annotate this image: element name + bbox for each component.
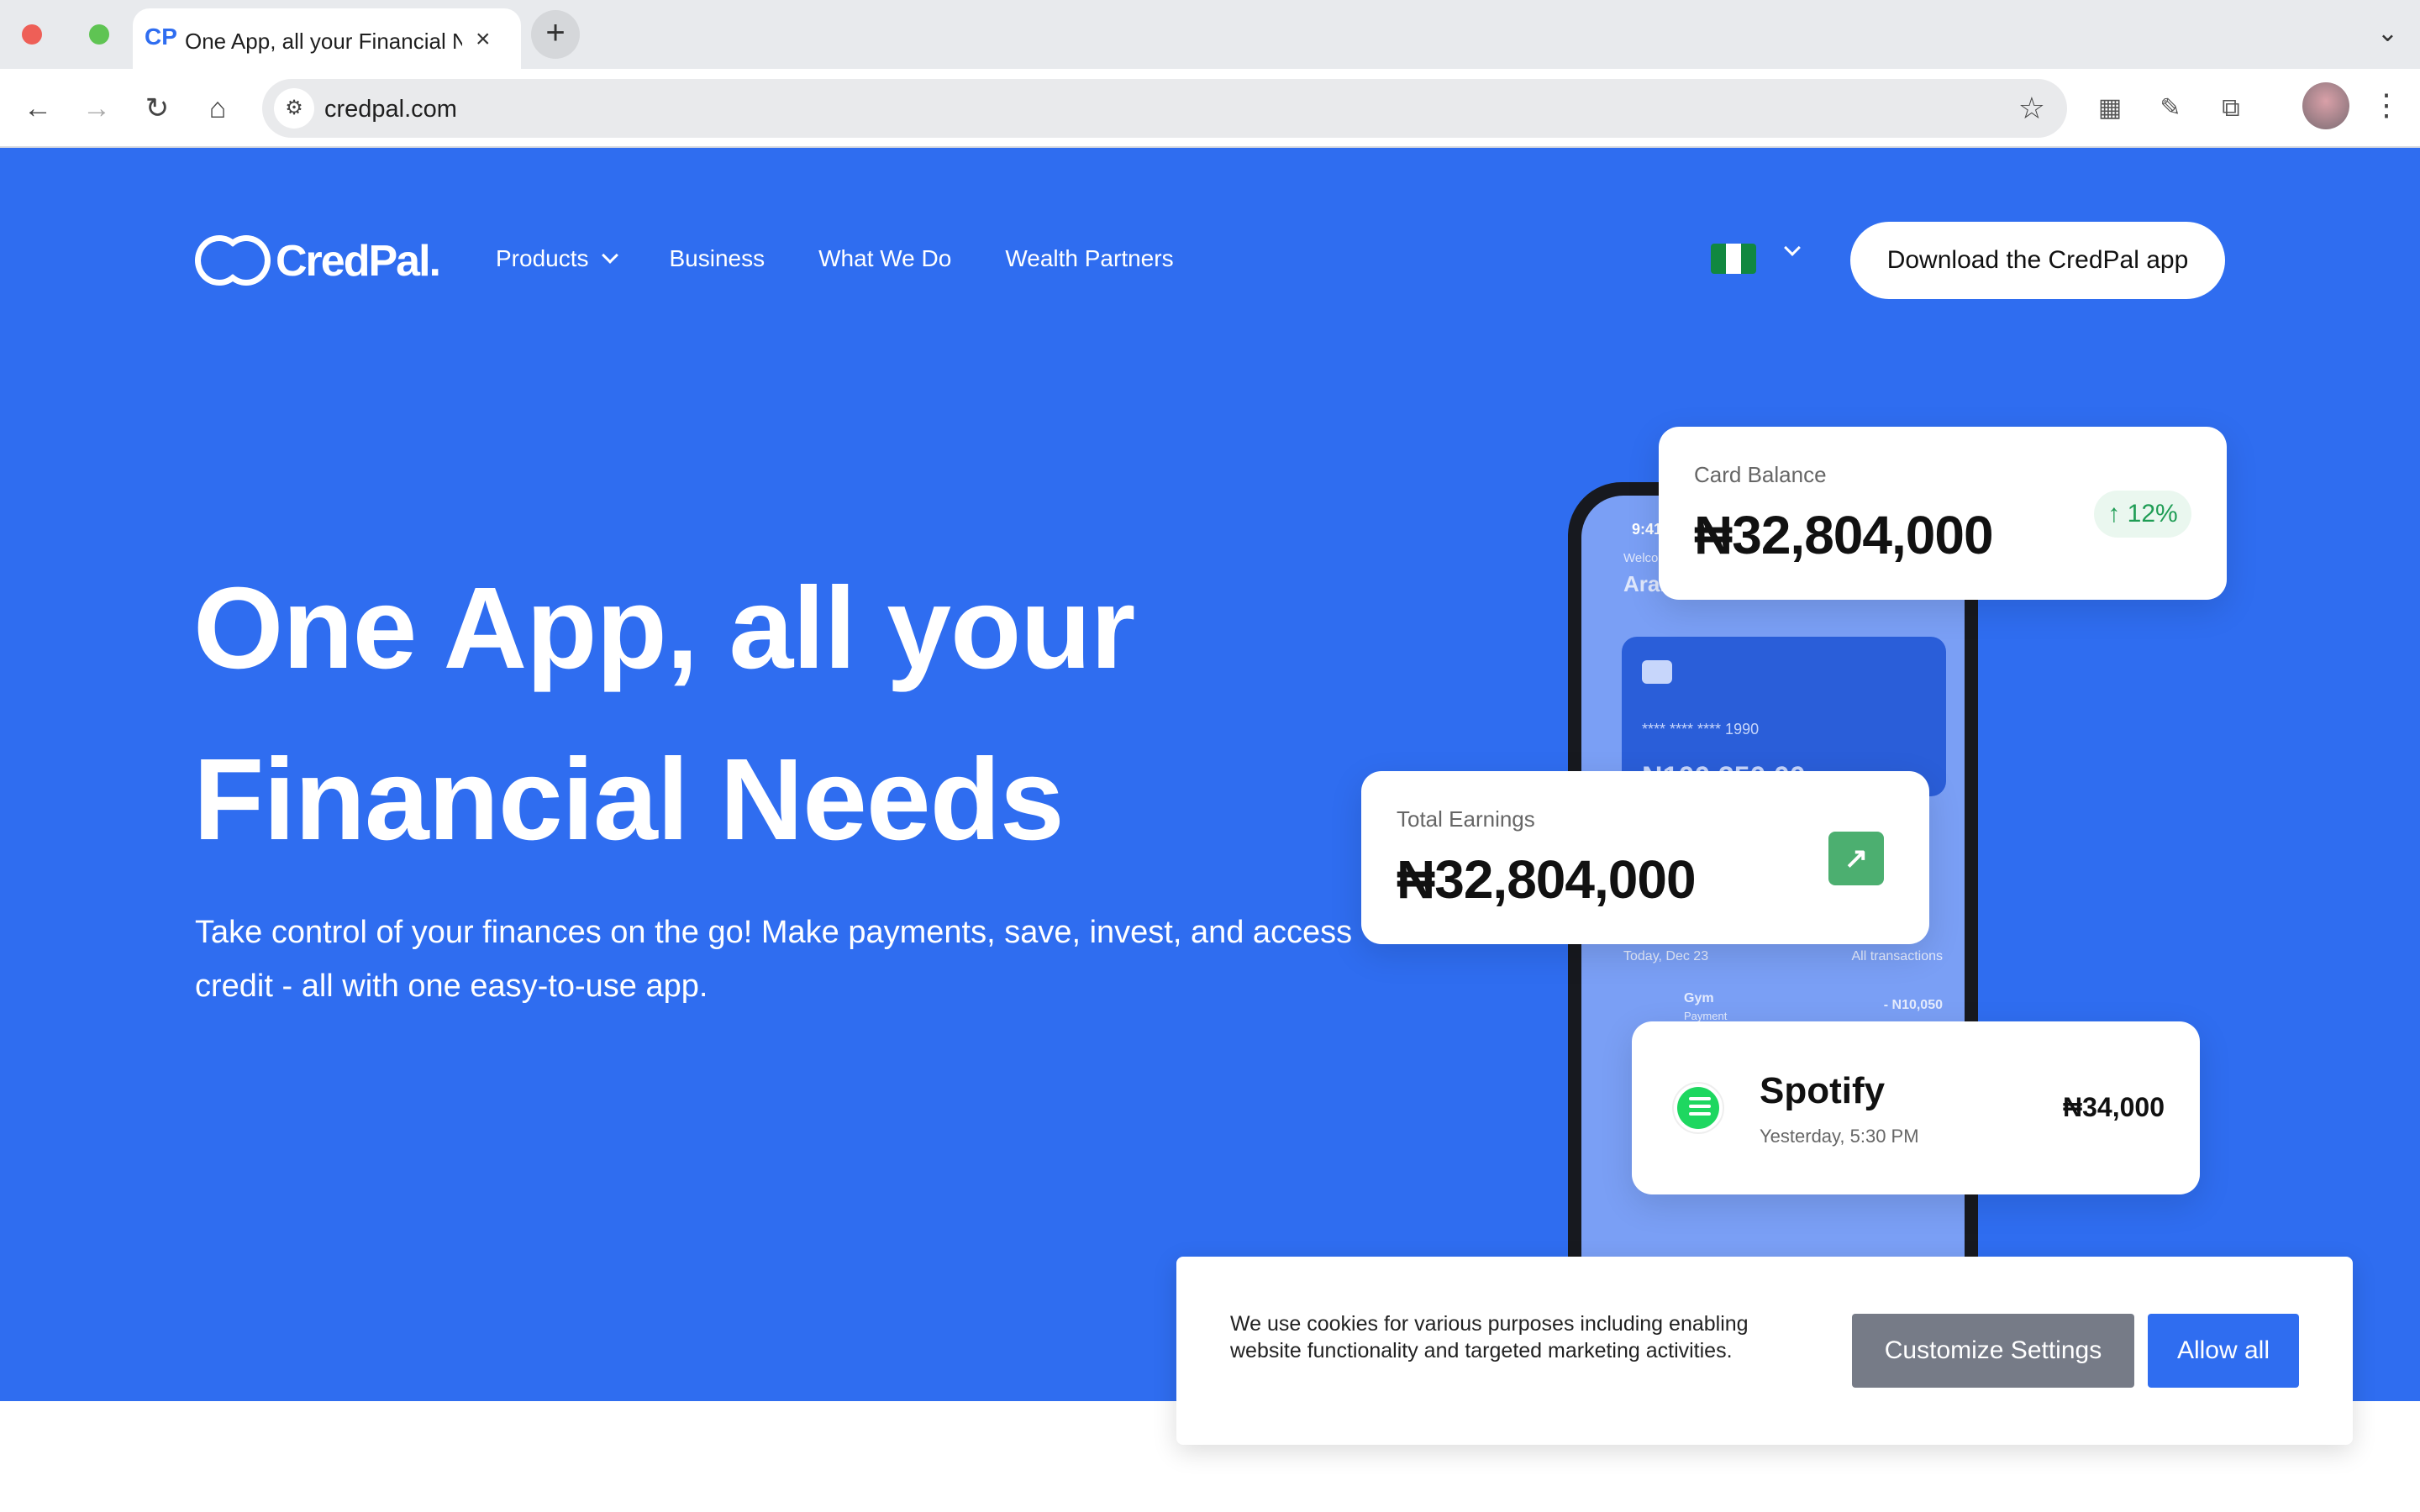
transaction-amount: - N10,050: [1883, 998, 1943, 1012]
new-tab-button[interactable]: +: [531, 10, 580, 59]
customize-settings-button[interactable]: Customize Settings: [1852, 1314, 2134, 1388]
profile-avatar[interactable]: [2302, 82, 2349, 129]
transactions-date: Today, Dec 23: [1623, 949, 1709, 963]
total-earnings-amount: ₦32,804,000: [1397, 849, 1697, 910]
browser-toolbar: ← → ↻ ⌂ ⚙ credpal.com ☆ ▦ ✎ ⧉ ⋮: [0, 69, 2420, 148]
trending-up-icon: ↗: [1828, 832, 1884, 885]
hero-section: CredPal. Products Business What We Do We…: [0, 148, 2420, 1401]
spotify-transaction-widget: Spotify Yesterday, 5:30 PM ₦34,000: [1632, 1021, 2200, 1194]
site-settings-icon[interactable]: ⚙: [274, 88, 314, 129]
cookie-text: We use cookies for various purposes incl…: [1230, 1312, 1749, 1362]
bookmark-star-icon[interactable]: ☆: [2018, 91, 2045, 126]
spotify-logo-icon: [1672, 1082, 1724, 1134]
browser-menu-icon[interactable]: ⋮: [2371, 87, 2402, 123]
card-balance-amount: ₦32,804,000: [1694, 505, 1994, 565]
home-icon[interactable]: ⌂: [197, 87, 239, 129]
balance-change-badge: ↑ 12%: [2094, 491, 2191, 538]
card-balance-widget: Card Balance ₦32,804,000 ↑ 12%: [1659, 427, 2227, 600]
nigeria-flag-icon[interactable]: [1711, 244, 1756, 274]
browser-tabstrip: CP One App, all your Financial Ne × + ⌄: [0, 0, 2420, 69]
tab-search-chevron-icon[interactable]: ⌄: [2377, 18, 2398, 48]
chevron-down-icon: [601, 247, 618, 264]
nav-item-label: Wealth Partners: [1005, 245, 1174, 271]
address-bar[interactable]: ⚙ credpal.com ☆: [262, 79, 2067, 138]
forward-arrow-icon[interactable]: →: [76, 87, 118, 129]
main-nav: Products Business What We Do Wealth Part…: [496, 245, 1228, 272]
total-earnings-widget: Total Earnings ₦32,804,000 ↗: [1361, 771, 1929, 944]
tab-title: One App, all your Financial Ne: [185, 29, 462, 54]
headline-line-1: One App, all your: [193, 564, 1135, 693]
nav-item-label: Business: [669, 245, 765, 271]
hero-subtext: Take control of your finances on the go!…: [195, 915, 1353, 1004]
download-app-button[interactable]: Download the CredPal app: [1850, 222, 2225, 299]
country-chevron-down-icon[interactable]: [1784, 239, 1801, 256]
color-picker-extension-icon[interactable]: ✎: [2151, 89, 2190, 128]
card-chip-icon: [1642, 660, 1672, 684]
card-balance-label: Card Balance: [1694, 462, 1827, 487]
page-title: One App, all your Financial Needs: [193, 543, 1370, 885]
url-text[interactable]: credpal.com: [324, 96, 457, 123]
nav-item-label: Products: [496, 245, 589, 271]
cookie-banner: We use cookies for various purposes incl…: [1176, 1257, 2353, 1445]
nav-item-what-we-do[interactable]: What We Do: [818, 245, 951, 272]
transaction-merchant: Spotify: [1760, 1070, 1886, 1111]
nav-item-business[interactable]: Business: [670, 245, 765, 272]
card-number: **** **** **** 1990: [1642, 721, 1760, 738]
transaction-amount: ₦34,000: [2063, 1092, 2165, 1122]
credpal-logo[interactable]: CredPal.: [193, 232, 441, 291]
credpal-logo-mark-icon: [193, 232, 274, 291]
nav-item-label: What We Do: [818, 245, 952, 271]
headline-line-2: Financial Needs: [193, 735, 1065, 864]
transaction-time: Yesterday, 5:30 PM: [1760, 1126, 1919, 1147]
maximize-window-button[interactable]: [89, 24, 109, 45]
phone-time: 9:41: [1632, 521, 1663, 538]
browser-tab[interactable]: CP One App, all your Financial Ne ×: [133, 8, 521, 69]
credpal-favicon-icon: CP: [145, 24, 177, 50]
extensions-puzzle-icon[interactable]: ⧉: [2212, 89, 2250, 128]
tab-close-icon[interactable]: ×: [476, 25, 491, 54]
all-transactions-link: All transactions: [1851, 949, 1944, 963]
extension-icon[interactable]: ▦: [2091, 89, 2129, 128]
close-window-button[interactable]: [22, 24, 42, 45]
nav-item-products[interactable]: Products: [496, 245, 618, 272]
nav-item-wealth-partners[interactable]: Wealth Partners: [1005, 245, 1173, 272]
allow-all-button[interactable]: Allow all: [2148, 1314, 2299, 1388]
logo-text: CredPal.: [276, 237, 441, 286]
total-earnings-label: Total Earnings: [1397, 806, 1535, 832]
transaction-title: Gym: [1684, 991, 1714, 1005]
transaction-subtitle: Payment: [1684, 1010, 1728, 1022]
reload-icon[interactable]: ↻: [136, 87, 178, 129]
back-arrow-icon[interactable]: ←: [17, 87, 59, 129]
